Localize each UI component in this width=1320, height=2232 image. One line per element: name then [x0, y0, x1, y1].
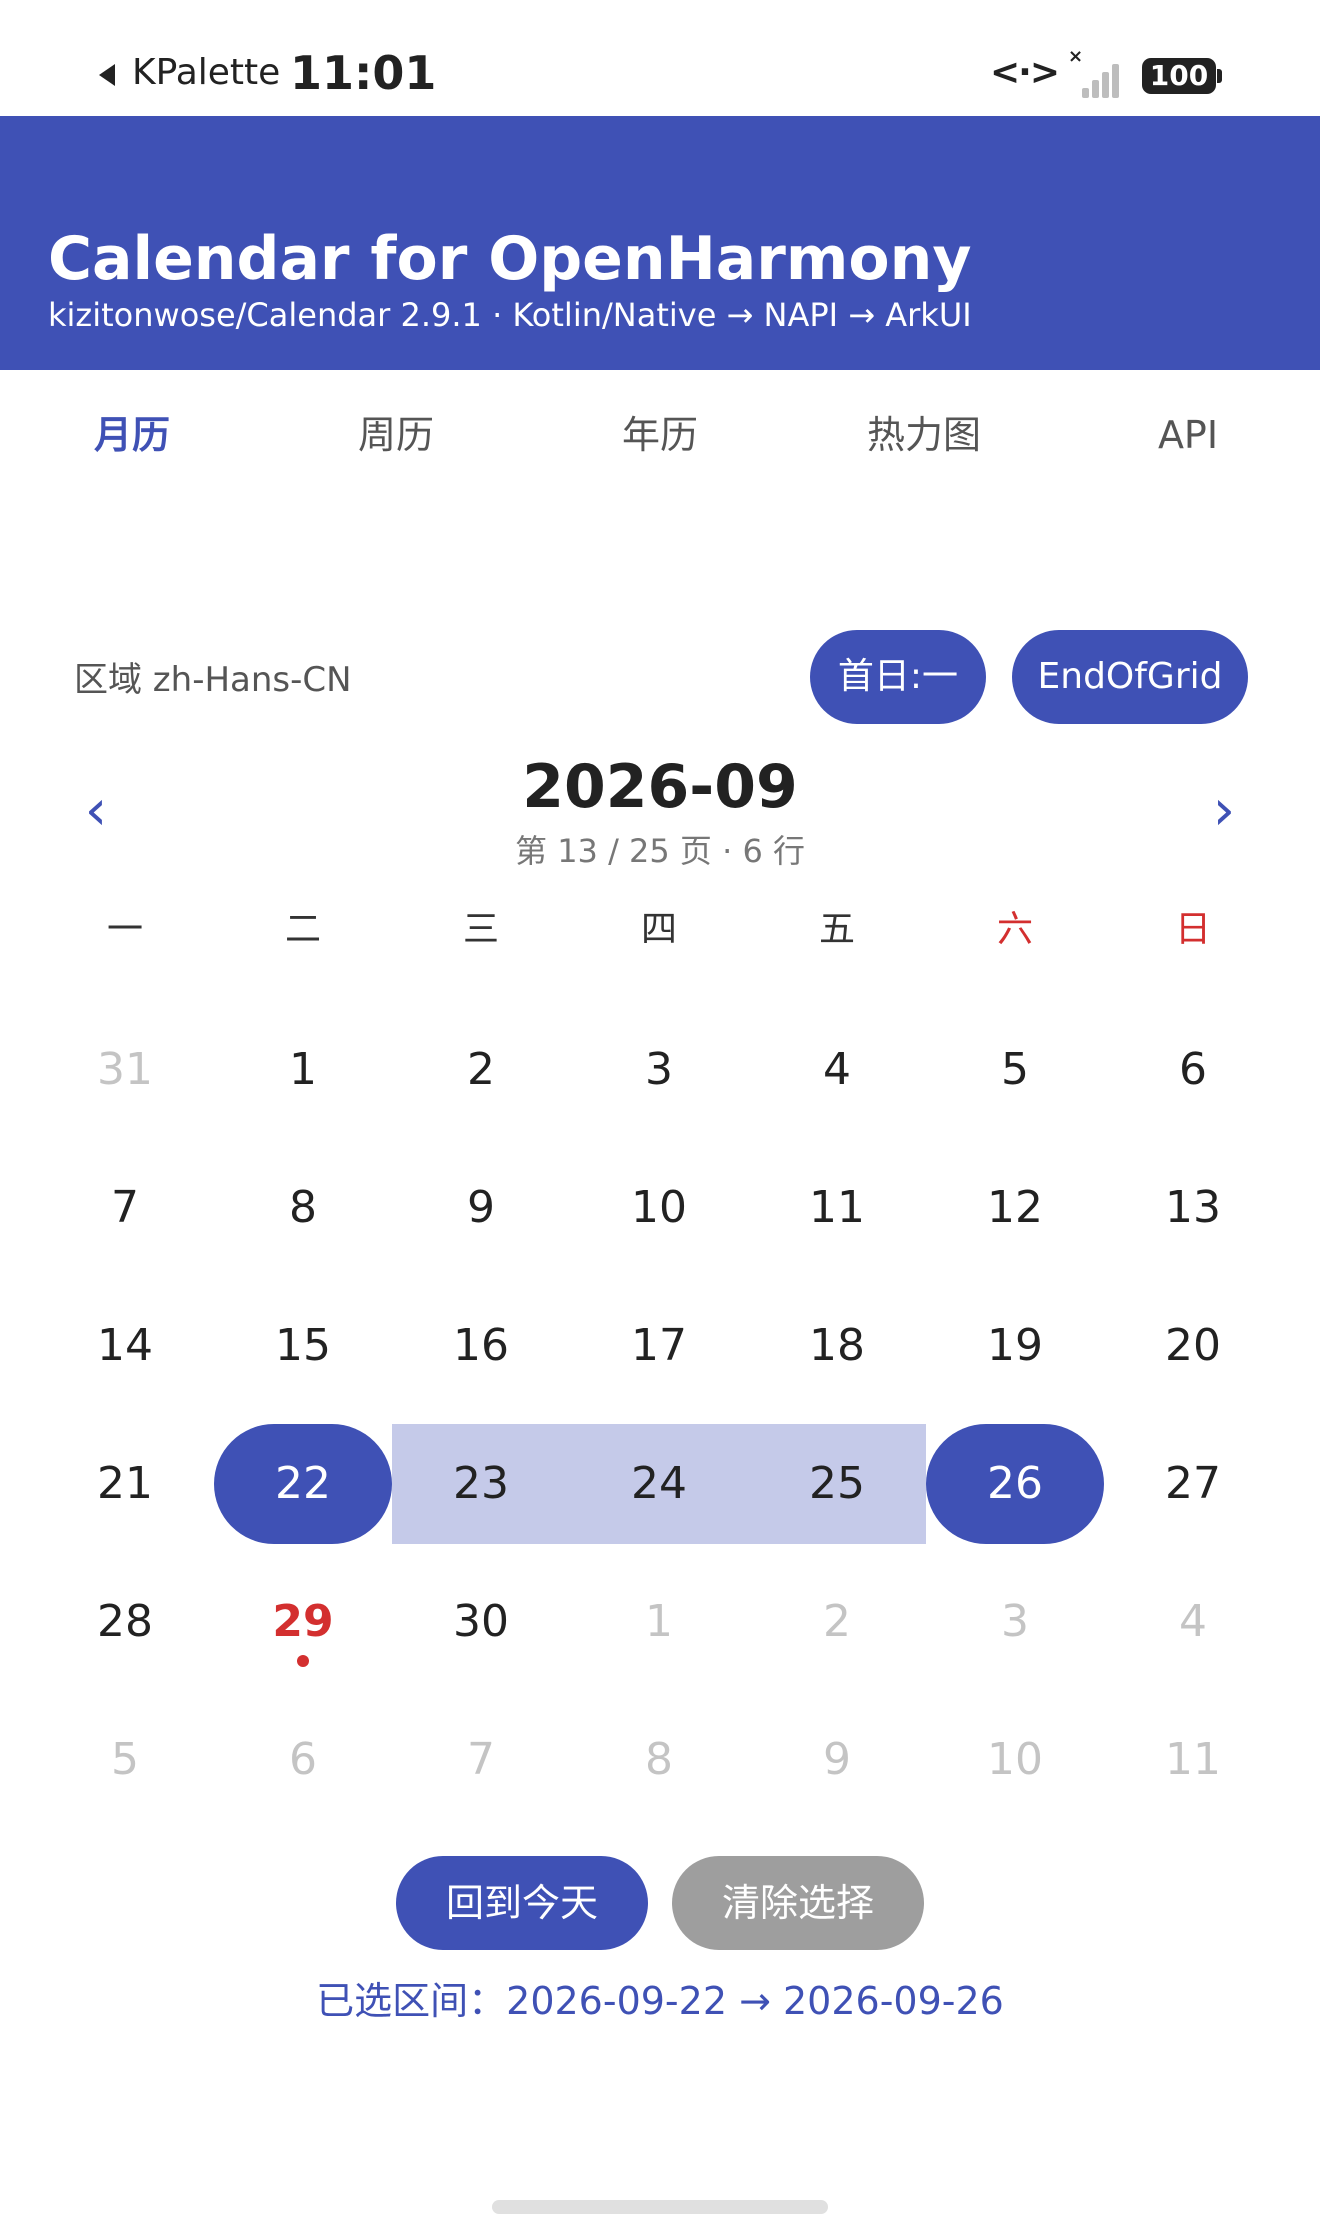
range-end-day[interactable]: 26 — [926, 1424, 1104, 1544]
day-cell[interactable]: 30 — [392, 1562, 570, 1682]
day-cell[interactable]: 9 — [392, 1148, 570, 1268]
day-cell: 5 — [111, 1734, 139, 1785]
day-cell[interactable]: 4 — [748, 1010, 926, 1130]
weekday-wed: 三 — [462, 909, 499, 950]
day-cell[interactable]: 20 — [1104, 1286, 1282, 1406]
day-cell: 31 — [97, 1044, 153, 1095]
day-cell[interactable]: 15 — [214, 1286, 392, 1406]
app-subtitle: kizitonwose/Calendar 2.9.1 · Kotlin/Nati… — [48, 296, 972, 334]
day-cell: 2 — [823, 1596, 851, 1647]
range-start-day[interactable]: 22 — [214, 1424, 392, 1544]
day-cell: 1 — [645, 1596, 673, 1647]
weekday-thu: 四 — [640, 909, 677, 950]
locale-label: 区域 zh-Hans-CN — [74, 660, 352, 700]
link-icon: <·> — [990, 52, 1060, 93]
next-month-icon[interactable]: › — [1194, 778, 1254, 843]
day-cell[interactable]: 1 — [214, 1010, 392, 1130]
day-cell[interactable]: 12 — [926, 1148, 1104, 1268]
weekday-tue: 二 — [284, 909, 321, 950]
day-cell: 3 — [1001, 1596, 1029, 1647]
battery-icon: 100 — [1142, 58, 1216, 94]
day-cell: 4 — [1179, 1596, 1207, 1647]
weekday-sun: 日 — [1174, 909, 1211, 950]
day-cell[interactable]: 17 — [570, 1286, 748, 1406]
home-indicator[interactable] — [492, 2200, 828, 2214]
day-cell[interactable]: 16 — [392, 1286, 570, 1406]
page-info: 第 13 / 25 页 · 6 行 — [515, 832, 805, 870]
day-cell[interactable]: 21 — [36, 1424, 214, 1544]
tab-week[interactable]: 周历 — [264, 370, 528, 500]
day-cell[interactable]: 8 — [214, 1148, 392, 1268]
tab-api[interactable]: API — [1056, 370, 1320, 500]
day-cell[interactable]: 19 — [926, 1286, 1104, 1406]
day-cell: 9 — [823, 1734, 851, 1785]
status-bar: KPalette 11:01 <·> × 100 — [0, 0, 1320, 116]
battery-tip — [1217, 69, 1222, 83]
day-cell[interactable]: 14 — [36, 1286, 214, 1406]
back-arrow-icon[interactable] — [99, 64, 115, 86]
day-cell: 8 — [645, 1734, 673, 1785]
range-middle-day[interactable]: 23 — [392, 1424, 570, 1544]
month-title: 2026-09 — [522, 752, 798, 822]
signal-icon: × — [1068, 46, 1128, 98]
day-cell[interactable]: 5 — [926, 1010, 1104, 1130]
day-cell[interactable]: 2 — [392, 1010, 570, 1130]
day-cell[interactable]: 3 — [570, 1010, 748, 1130]
selected-range-text: 已选区间：2026-09-22 → 2026-09-26 — [316, 1979, 1004, 2023]
tab-heatmap[interactable]: 热力图 — [792, 370, 1056, 500]
day-cell: 10 — [987, 1734, 1043, 1785]
day-cell[interactable]: 13 — [1104, 1148, 1282, 1268]
clear-selection-button[interactable]: 清除选择 — [672, 1856, 924, 1950]
day-cell: 11 — [1165, 1734, 1221, 1785]
weekday-fri: 五 — [818, 909, 855, 950]
day-cell[interactable]: 28 — [36, 1562, 214, 1682]
first-day-button[interactable]: 首日:一 — [810, 630, 986, 724]
day-cell[interactable]: 27 — [1104, 1424, 1282, 1544]
out-date-button[interactable]: EndOfGrid — [1012, 630, 1248, 724]
day-cell[interactable]: 6 — [1104, 1010, 1282, 1130]
day-cell: 6 — [289, 1734, 317, 1785]
tab-bar: 月历 周历 年历 热力图 API — [0, 370, 1320, 500]
signal-off-icon: × — [1068, 46, 1084, 67]
tab-year[interactable]: 年历 — [528, 370, 792, 500]
day-cell[interactable]: 10 — [570, 1148, 748, 1268]
day-cell[interactable]: 7 — [36, 1148, 214, 1268]
weekday-mon: 一 — [106, 909, 143, 950]
day-cell[interactable]: 18 — [748, 1286, 926, 1406]
range-middle-day[interactable]: 24 — [570, 1424, 748, 1544]
back-app-label[interactable]: KPalette — [132, 52, 280, 93]
today-dot-icon — [297, 1655, 309, 1667]
weekday-sat: 六 — [996, 909, 1033, 950]
back-to-today-button[interactable]: 回到今天 — [396, 1856, 648, 1950]
day-cell[interactable]: 11 — [748, 1148, 926, 1268]
range-middle-day[interactable]: 25 — [748, 1424, 926, 1544]
app-title: Calendar for OpenHarmony — [48, 224, 972, 294]
tab-month[interactable]: 月历 — [0, 370, 264, 500]
status-time: 11:01 — [290, 46, 437, 100]
day-cell: 7 — [467, 1734, 495, 1785]
app-header: Calendar for OpenHarmony kizitonwose/Cal… — [0, 116, 1320, 370]
